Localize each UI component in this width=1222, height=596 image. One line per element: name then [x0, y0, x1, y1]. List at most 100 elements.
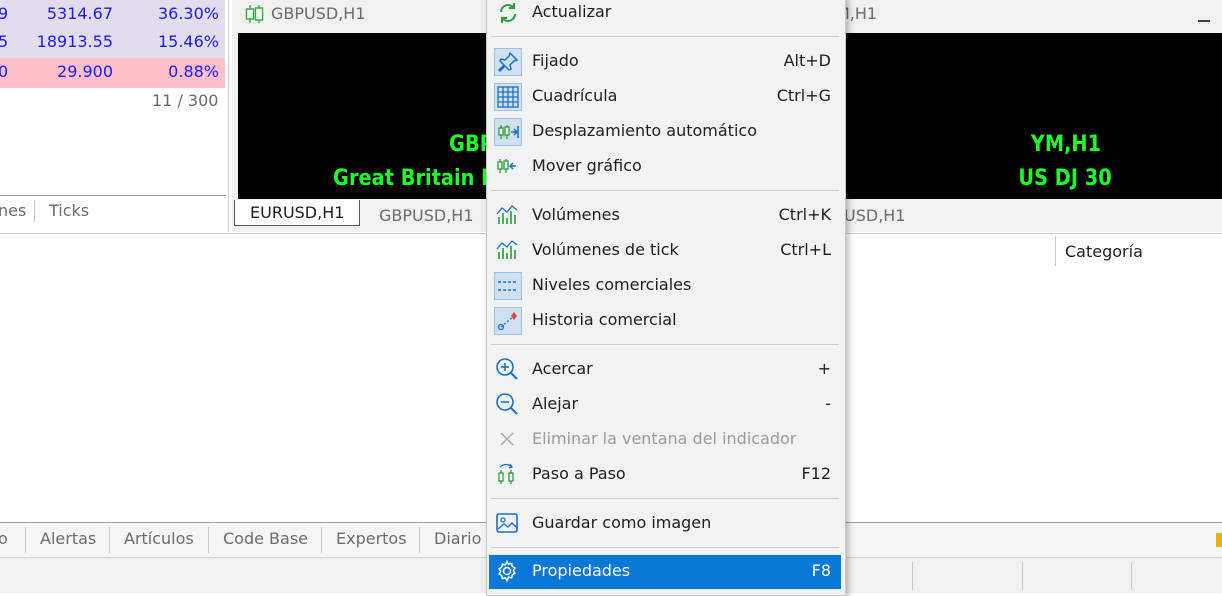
menu-item-shortcut: Alt+D	[783, 51, 831, 70]
tab-experts[interactable]: Expertos	[336, 529, 407, 548]
chart-description-label: Great Britain P	[333, 166, 496, 191]
tab-eurusd[interactable]: EURUSD,H1	[234, 200, 360, 226]
menu-item-label: Cuadrícula	[532, 86, 618, 105]
menu-item-shift-chart[interactable]: Mover gráfico	[489, 150, 841, 183]
close-icon	[494, 426, 522, 454]
tab-journal[interactable]: Diario	[434, 529, 481, 548]
tab-label: EURUSD,H1	[250, 203, 345, 222]
change-cell: 0.88%	[168, 62, 219, 81]
menu-item-shortcut: +	[817, 359, 831, 378]
menu-item-trade-levels[interactable]: Niveles comerciales	[489, 269, 841, 302]
menu-item-step-by-step[interactable]: Paso a Paso F12	[489, 458, 841, 491]
step-icon	[494, 461, 522, 489]
price-cell: 18913.55	[36, 32, 113, 51]
menu-item-label: Actualizar	[532, 2, 612, 21]
menu-item-save-as-picture[interactable]: Guardar como imagen	[489, 507, 841, 540]
column-header-category[interactable]: Categoría	[1065, 242, 1143, 261]
menu-item-label: Mover gráfico	[532, 156, 642, 175]
divider	[34, 200, 35, 222]
change-cell: 15.46%	[157, 32, 219, 51]
divider	[1055, 236, 1056, 266]
trade-history-icon	[494, 307, 522, 335]
divider	[0, 195, 226, 196]
tab-ticks[interactable]: Ticks	[49, 201, 89, 220]
candlestick-icon	[244, 4, 266, 24]
tab-ym[interactable]: USD,H1	[844, 206, 905, 225]
menu-item-zoom-in[interactable]: Acercar +	[489, 353, 841, 386]
menu-item-label: Propiedades	[532, 561, 631, 580]
menu-separator	[491, 344, 839, 345]
trade-levels-icon	[494, 272, 522, 300]
menu-item-shortcut: -	[825, 394, 831, 413]
menu-item-zoom-out[interactable]: Alejar -	[489, 388, 841, 421]
gear-icon	[494, 558, 522, 586]
menu-item-shortcut: F8	[811, 561, 831, 580]
menu-item-shortcut: Ctrl+K	[778, 205, 831, 224]
symbol-cell: 5	[0, 32, 9, 51]
tab-alerts[interactable]: Alertas	[40, 529, 96, 548]
menu-item-label: Desplazamiento automático	[532, 121, 757, 140]
menu-separator	[491, 547, 839, 548]
menu-separator	[491, 498, 839, 499]
menu-item-label: Volúmenes de tick	[532, 240, 679, 259]
menu-item-label: Eliminar la ventana del indicador	[532, 429, 797, 448]
window-title-gbpusd[interactable]: GBPUSD,H1	[271, 4, 366, 23]
menu-item-shortcut: Ctrl+G	[776, 86, 831, 105]
menu-item-delete-indicator-window: Eliminar la ventana del indicador	[489, 423, 841, 456]
market-watch-panel: 9 5314.67 36.30% 5 18913.55 15.46% 0 29.…	[0, 0, 228, 232]
menu-item-label: Paso a Paso	[532, 464, 626, 483]
menu-item-label: Alejar	[532, 394, 579, 413]
tab-code-base[interactable]: Code Base	[223, 529, 308, 548]
change-cell: 36.30%	[157, 4, 219, 23]
symbol-cell: 9	[0, 4, 9, 23]
divider	[419, 527, 420, 553]
menu-item-tick-volumes[interactable]: Volúmenes de tick Ctrl+L	[489, 234, 841, 267]
pin-icon	[494, 48, 522, 76]
menu-item-pinned[interactable]: Fijado Alt+D	[489, 45, 841, 78]
table-row[interactable]: 9 5314.67 36.30%	[0, 0, 225, 30]
menu-item-shortcut: F12	[801, 464, 831, 483]
panel-splitter[interactable]	[228, 0, 229, 232]
symbol-count: 11 / 300	[152, 91, 219, 110]
divider	[25, 527, 26, 553]
tab-gbpusd[interactable]: GBPUSD,H1	[379, 206, 474, 225]
tab-articles[interactable]: Artículos	[124, 529, 194, 548]
menu-item-label: Historia comercial	[532, 310, 677, 329]
chart-description-label: US DJ 30	[1018, 166, 1112, 191]
tab-details[interactable]: nes	[0, 201, 26, 220]
menu-separator	[491, 190, 839, 191]
menu-item-refresh[interactable]: Actualizar	[489, 0, 841, 29]
tick-volumes-icon	[494, 237, 522, 265]
menu-item-auto-scroll[interactable]: Desplazamiento automático	[489, 115, 841, 148]
grid-icon	[494, 83, 522, 111]
table-row[interactable]: 5 18913.55 15.46%	[0, 28, 225, 58]
menu-item-label: Volúmenes	[532, 205, 620, 224]
volumes-icon	[494, 202, 522, 230]
menu-separator	[491, 36, 839, 37]
zoom-out-icon	[494, 391, 522, 419]
shift-chart-icon	[494, 153, 522, 181]
menu-item-grid[interactable]: Cuadrícula Ctrl+G	[489, 80, 841, 113]
divider	[1131, 562, 1132, 590]
image-icon	[494, 510, 522, 538]
symbol-cell: 0	[0, 62, 9, 81]
context-menu: Actualizar Fijado Alt+D Cuadrícula Ctrl+…	[486, 0, 846, 596]
lock-icon	[1216, 533, 1222, 547]
menu-item-trade-history[interactable]: Historia comercial	[489, 304, 841, 337]
menu-item-volumes[interactable]: Volúmenes Ctrl+K	[489, 199, 841, 232]
divider	[208, 527, 209, 553]
tab-partial[interactable]: o	[0, 529, 8, 548]
menu-item-label: Acercar	[532, 359, 593, 378]
minimize-icon[interactable]	[1198, 20, 1210, 22]
menu-item-label: Guardar como imagen	[532, 513, 712, 532]
divider	[1022, 562, 1023, 590]
price-cell: 29.900	[57, 62, 113, 81]
auto-scroll-icon	[494, 118, 522, 146]
price-cell: 5314.67	[46, 4, 113, 23]
table-row[interactable]: 0 29.900 0.88%	[0, 58, 225, 88]
menu-item-properties[interactable]: Propiedades F8	[489, 555, 841, 589]
zoom-in-icon	[494, 356, 522, 384]
menu-item-label: Fijado	[532, 51, 579, 70]
divider	[321, 527, 322, 553]
chart-symbol-label: YM,H1	[1030, 132, 1102, 157]
